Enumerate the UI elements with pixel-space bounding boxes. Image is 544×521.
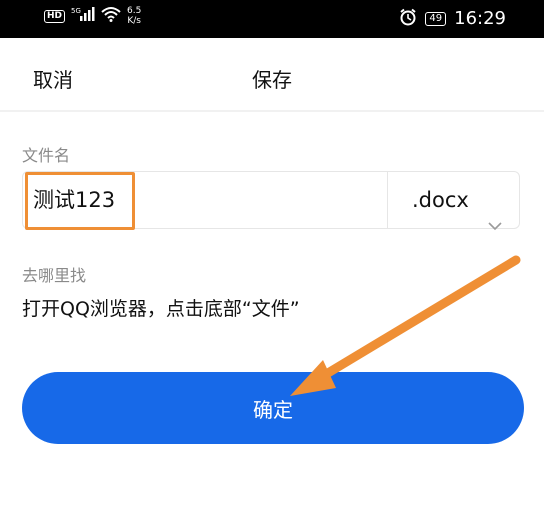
wifi-icon (101, 6, 121, 26)
page-title: 保存 (252, 68, 292, 92)
battery-icon: 49 (425, 12, 447, 26)
where-instructions: 打开QQ浏览器，点击底部“文件” (22, 298, 300, 320)
chevron-down-icon (488, 196, 502, 252)
header-divider (0, 110, 544, 112)
cancel-button[interactable]: 取消 (33, 64, 73, 93)
status-bar: HD 5G 6.5 K/s 49 16:29 (0, 0, 544, 38)
where-label: 去哪里找 (22, 266, 87, 285)
confirm-label: 确定 (253, 397, 293, 422)
alarm-icon (399, 8, 417, 30)
network-speed: 6.5 K/s (127, 6, 141, 26)
speed-unit: K/s (127, 16, 141, 26)
filename-input[interactable]: 测试123 (23, 172, 387, 228)
confirm-button[interactable]: 确定 (22, 372, 524, 444)
extension-select[interactable]: .docx (388, 172, 520, 231)
status-time: 16:29 (454, 8, 506, 29)
filename-box: 测试123 .docx (22, 171, 520, 231)
signal-icon: 5G (71, 6, 95, 26)
filename-label: 文件名 (22, 146, 71, 165)
status-right: 49 16:29 (399, 8, 506, 30)
speed-value: 6.5 (127, 6, 142, 16)
hd-badge: HD (44, 9, 66, 23)
extension-value: .docx (412, 188, 469, 212)
status-left: HD 5G 6.5 K/s (44, 6, 141, 26)
dialog-header: 取消 保存 (0, 38, 544, 110)
svg-text:5G: 5G (71, 7, 81, 15)
